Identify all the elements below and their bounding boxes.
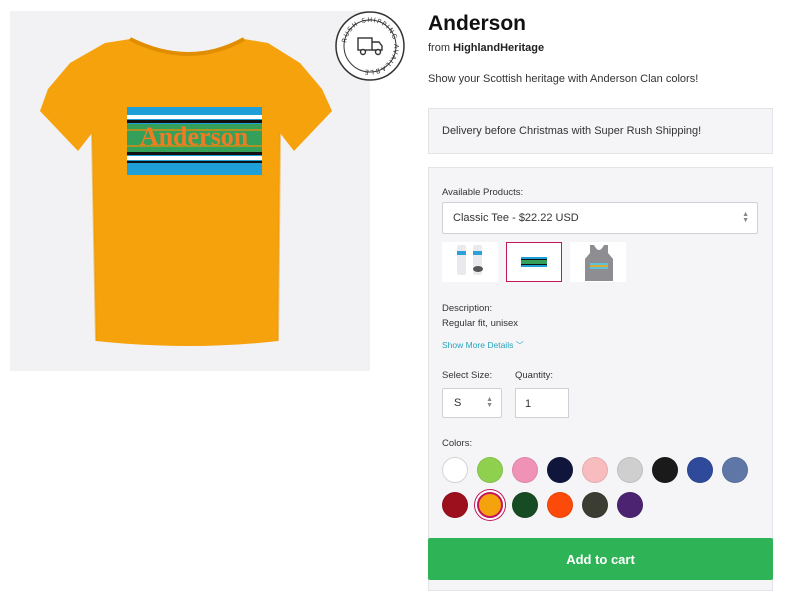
color-swatch[interactable] — [687, 457, 713, 483]
available-products-label: Available Products: — [442, 187, 524, 198]
color-swatch[interactable] — [512, 492, 538, 518]
size-label: Select Size: — [442, 370, 493, 381]
color-swatch[interactable] — [477, 457, 503, 483]
color-swatch[interactable] — [547, 457, 573, 483]
shirt-print-text: Anderson — [140, 122, 249, 151]
show-more-details-link[interactable]: Show More Details ﹀ — [442, 340, 524, 351]
thumbnail-socks[interactable] — [442, 242, 498, 282]
color-swatch[interactable] — [442, 457, 468, 483]
color-swatch[interactable] — [617, 492, 643, 518]
size-select[interactable]: S ▲ ▼ — [442, 388, 502, 418]
product-config-panel: Available Products: Classic Tee - $22.22… — [428, 167, 773, 591]
sticker-icon — [521, 257, 547, 267]
tank-top-icon — [585, 245, 613, 281]
product-description: Show your Scottish heritage with Anderso… — [428, 73, 699, 85]
store-byline: from HighlandHeritage — [428, 42, 544, 54]
select-arrows-icon: ▲ ▼ — [742, 211, 749, 224]
color-swatch[interactable] — [442, 492, 468, 518]
promo-text: Delivery before Christmas with Super Rus… — [442, 125, 702, 137]
colors-label: Colors: — [442, 438, 473, 449]
thumbnail-sticker[interactable] — [506, 242, 562, 282]
tshirt-image: Anderson — [40, 37, 332, 346]
add-to-cart-button[interactable]: Add to cart — [428, 538, 773, 580]
color-swatch[interactable] — [547, 492, 573, 518]
description-label: Description: — [442, 303, 493, 314]
product-select[interactable]: Classic Tee - $22.22 USD ▲ ▼ — [442, 202, 758, 234]
thumbnail-tank-top[interactable] — [570, 242, 626, 282]
chevron-down-icon: ﹀ — [515, 341, 524, 350]
color-swatch[interactable] — [512, 457, 538, 483]
color-swatch[interactable] — [722, 457, 748, 483]
description-value: Regular fit, unisex — [442, 318, 519, 329]
quantity-input[interactable]: 1 — [515, 388, 569, 418]
promo-banner: Delivery before Christmas with Super Rus… — [428, 108, 773, 154]
color-swatch[interactable] — [617, 457, 643, 483]
color-swatch[interactable] — [582, 492, 608, 518]
product-select-value: Classic Tee - $22.22 USD — [453, 212, 579, 224]
color-swatch[interactable] — [477, 492, 503, 518]
color-swatch[interactable] — [582, 457, 608, 483]
size-select-value: S — [454, 397, 462, 409]
color-swatch[interactable] — [652, 457, 678, 483]
show-more-label: Show More Details — [442, 340, 514, 350]
byline-prefix: from — [428, 42, 450, 54]
quantity-label: Quantity: — [515, 370, 554, 381]
product-image: Anderson — [10, 11, 370, 371]
product-title: Anderson — [428, 12, 527, 35]
store-link[interactable]: HighlandHeritage — [453, 42, 544, 54]
select-arrows-icon: ▲ ▼ — [486, 396, 493, 409]
socks-icon — [457, 245, 483, 275]
rush-shipping-badge: RUSH SHIPPING AVAILABLE — [335, 11, 405, 81]
